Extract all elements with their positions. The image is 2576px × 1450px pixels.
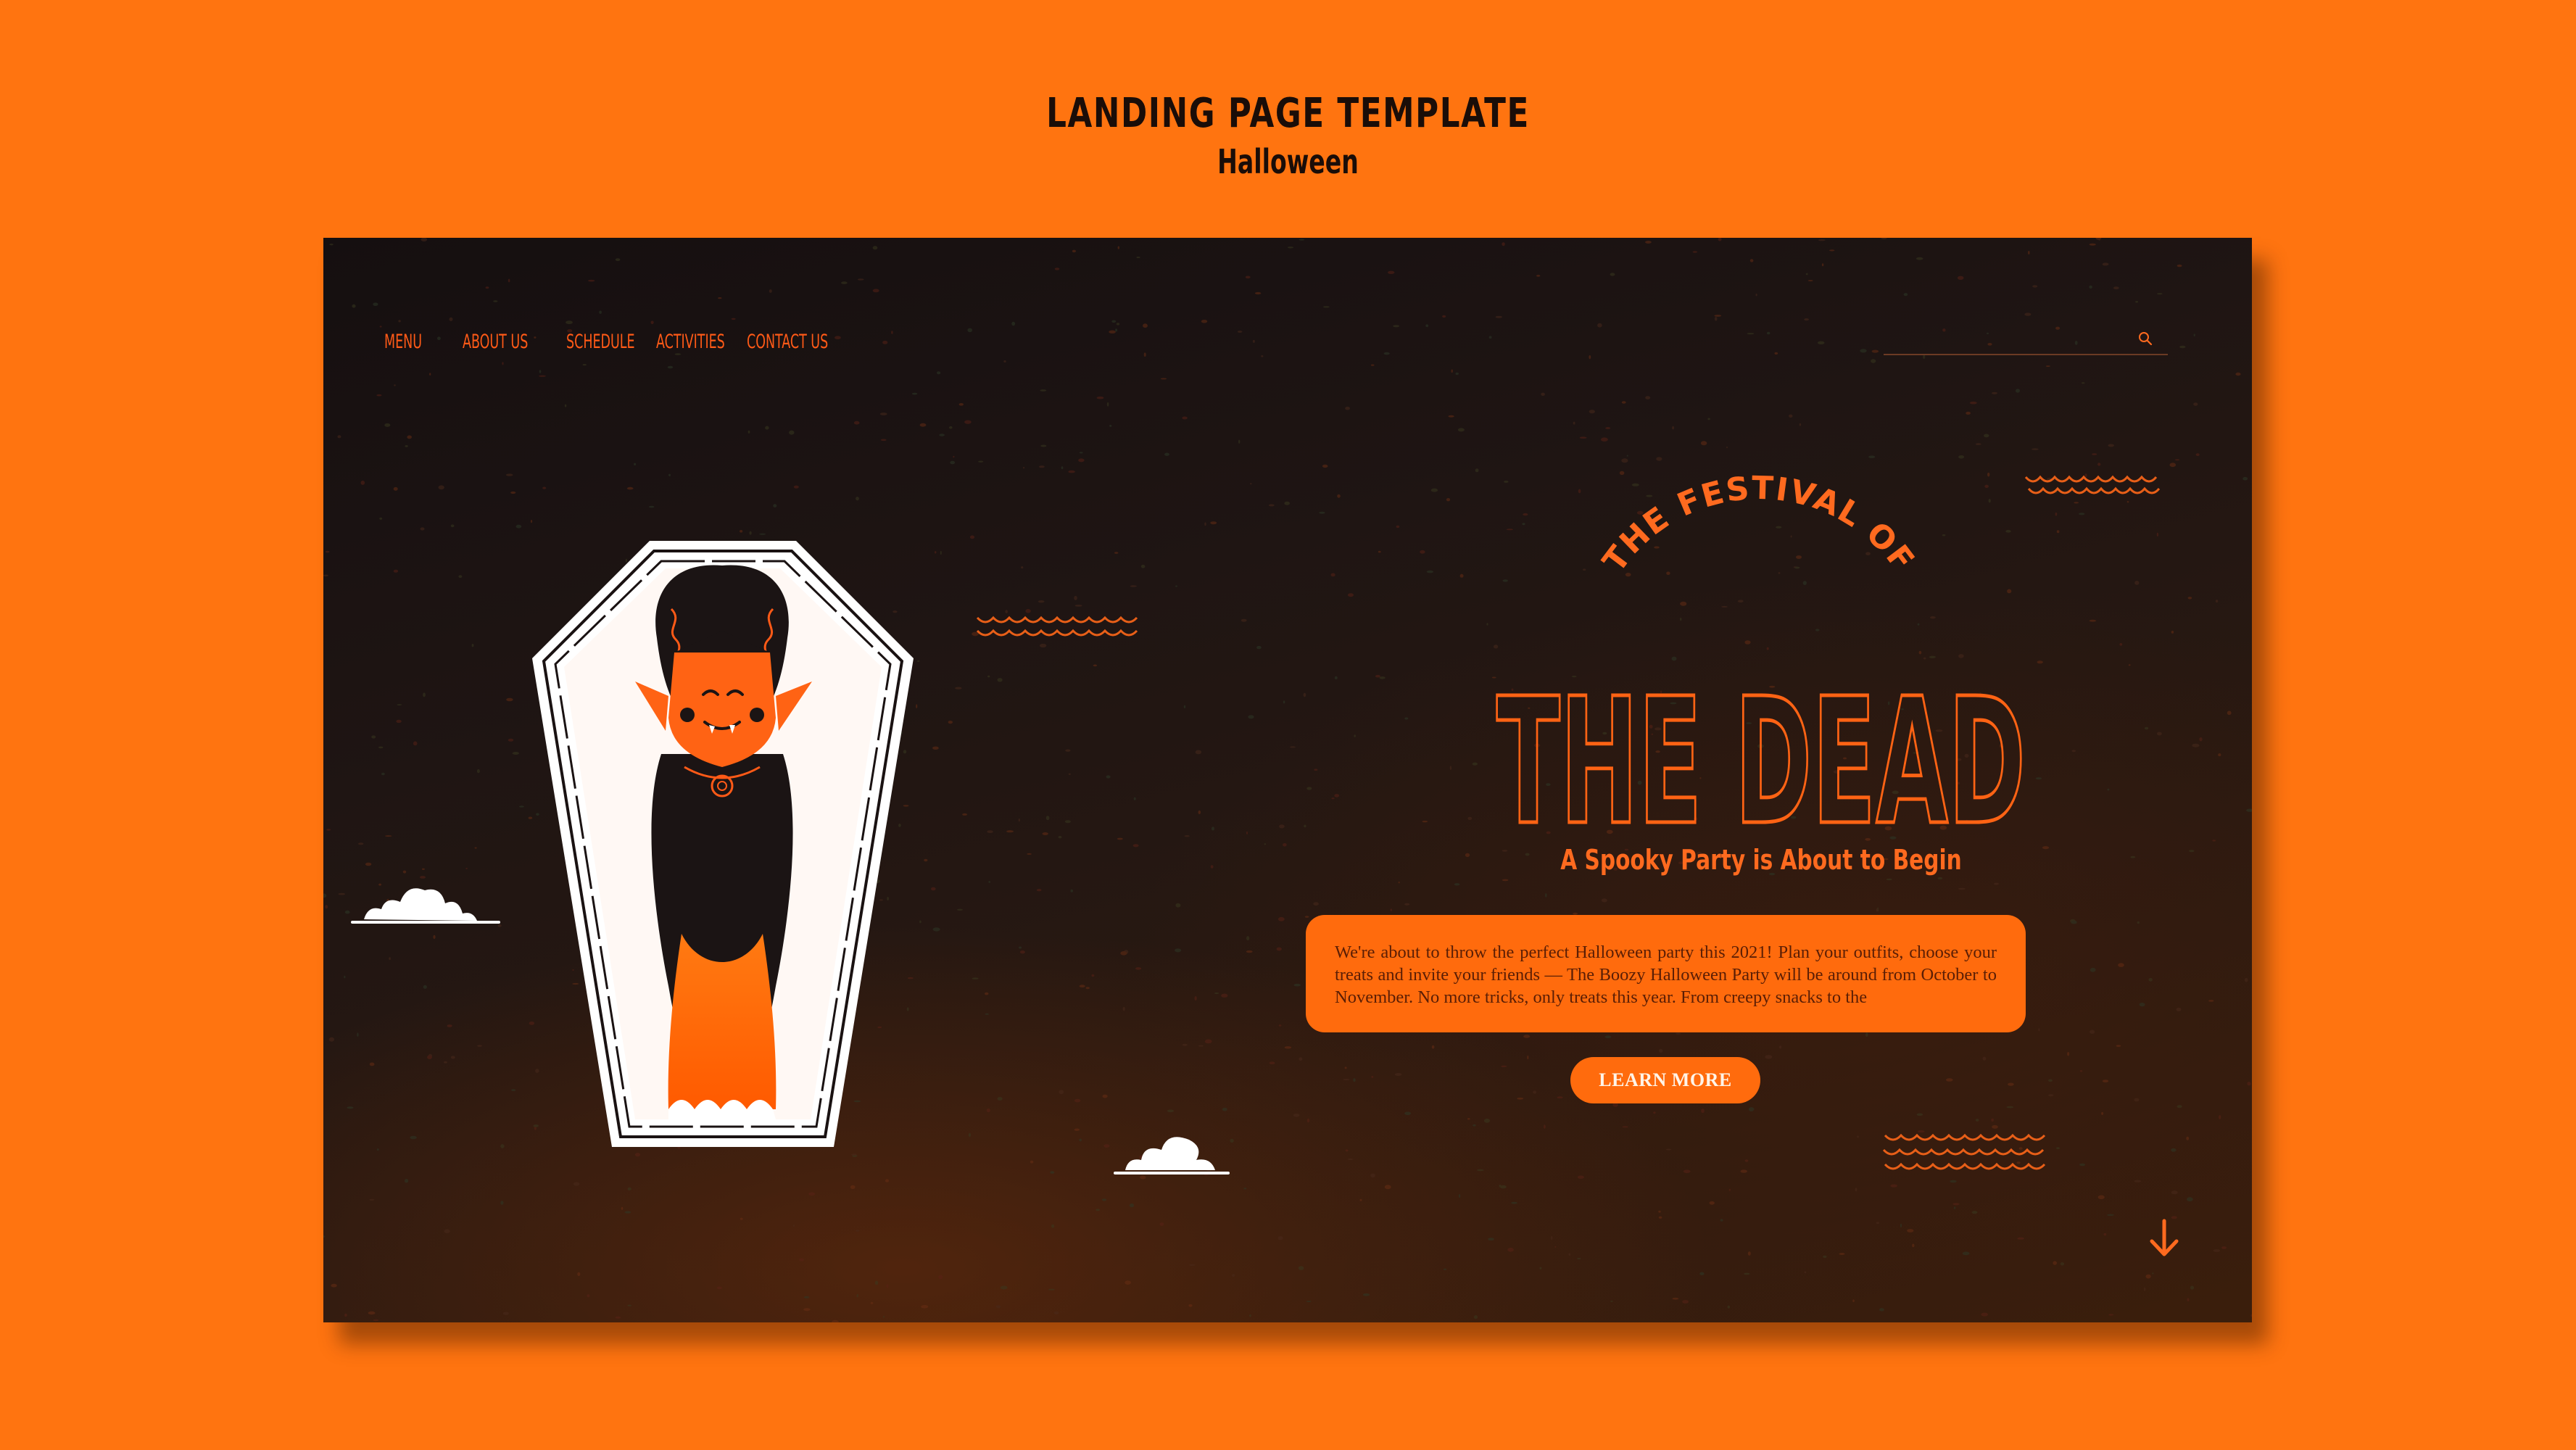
nav-item-contact-us[interactable]: CONTACT US <box>747 331 828 353</box>
hero-title: THE DEAD <box>1496 660 2026 863</box>
page-subheading: Halloween <box>1217 142 1359 181</box>
nav-item-about-us[interactable]: ABOUT US <box>463 331 528 353</box>
page-heading: LANDING PAGE TEMPLATE <box>1046 90 1530 137</box>
search-bar <box>1884 323 2168 355</box>
learn-more-button[interactable]: LEARN MORE <box>1570 1057 1760 1103</box>
search-input[interactable] <box>1884 323 2133 354</box>
nav-item-menu[interactable]: MENU <box>384 331 422 353</box>
wave-ornament-top-right <box>2024 475 2161 494</box>
landing-page-mockup: MENU ABOUT US SCHEDULE ACTIVITIES CONTAC… <box>323 238 2252 1322</box>
nav-item-activities[interactable]: ACTIVITIES <box>656 331 725 353</box>
cloud-left <box>351 888 500 924</box>
wave-ornament-center <box>976 616 1138 637</box>
hero-tagline: A Spooky Party is About to Begin <box>1560 844 1962 876</box>
arrow-down-icon[interactable] <box>2146 1218 2182 1259</box>
vampire-coffin-illustration <box>532 541 914 1147</box>
wave-ornament-bottom-right <box>1882 1133 2046 1170</box>
nav-item-schedule[interactable]: SCHEDULE <box>566 331 635 353</box>
description-text: We're about to throw the perfect Hallowe… <box>1335 942 1997 1007</box>
hero-title-graphic: THE DEAD <box>1495 659 2028 866</box>
search-icon[interactable] <box>2137 331 2153 347</box>
cloud-bottom <box>1114 1137 1230 1174</box>
description-card: We're about to throw the perfect Hallowe… <box>1306 915 2026 1032</box>
